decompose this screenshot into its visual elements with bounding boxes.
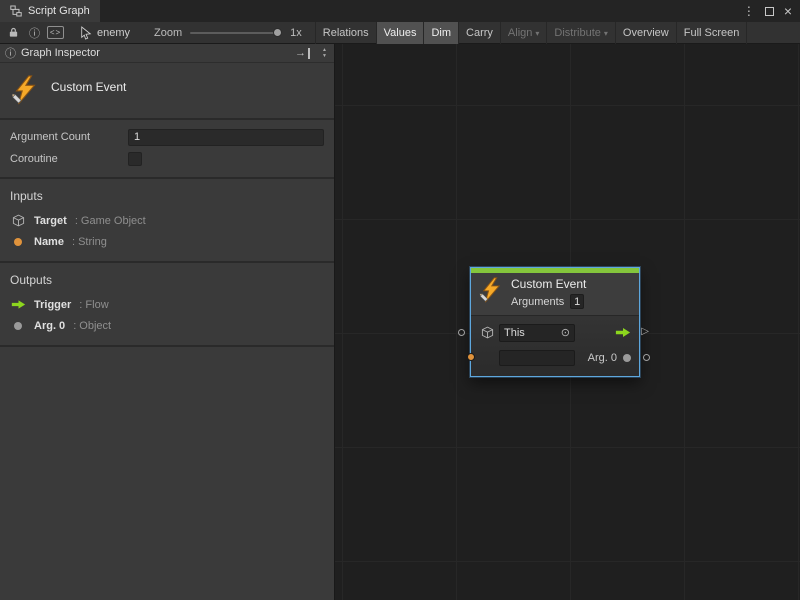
arg0-output-port[interactable]: [643, 354, 650, 361]
overview-button[interactable]: Overview: [615, 22, 676, 44]
target-dropdown[interactable]: This ⊙: [499, 324, 575, 342]
close-icon[interactable]: ×: [784, 4, 792, 18]
custom-event-icon: [478, 277, 504, 303]
inspector-header: ⓘ Graph Inspector → ▲ ▼: [0, 44, 334, 63]
inputs-title: Inputs: [0, 184, 334, 210]
coroutine-checkbox[interactable]: [128, 152, 142, 166]
coroutine-label: Coroutine: [10, 153, 128, 165]
trigger-flow-icon: [615, 327, 631, 338]
argument-count-input[interactable]: [128, 129, 324, 146]
graph-target[interactable]: enemy: [80, 26, 130, 40]
name-input-field[interactable]: [499, 350, 575, 366]
graph-toolbar: ⓘ <> enemy Zoom 1x Relations Values Dim …: [0, 22, 800, 44]
divider: [0, 345, 334, 347]
zoom-slider[interactable]: [190, 32, 282, 34]
zoom-slider-handle[interactable]: [273, 28, 282, 37]
tab-script-graph[interactable]: Script Graph: [0, 0, 100, 22]
port-name: Arg. 0: [34, 320, 65, 332]
relations-button[interactable]: Relations: [315, 22, 376, 44]
port-name: Trigger: [34, 299, 71, 311]
outputs-section: Outputs Trigger : Flow Arg. 0 : Object: [0, 263, 334, 345]
node-body: This ⊙ ▷ Arg. 0: [471, 316, 639, 376]
scroll-arrows[interactable]: ▲ ▼: [322, 48, 327, 59]
carry-button[interactable]: Carry: [458, 22, 500, 44]
align-button[interactable]: Align ▾: [500, 22, 546, 44]
event-fields: Argument Count Coroutine: [0, 120, 334, 177]
dock-icon[interactable]: →: [295, 48, 310, 59]
align-label: Align: [508, 27, 532, 39]
value-input-port[interactable]: [458, 329, 465, 336]
event-header: Custom Event: [0, 63, 334, 118]
dock-arrow-icon: →: [295, 47, 306, 59]
port-type: : Object: [73, 320, 111, 332]
object-port-icon: [10, 322, 26, 330]
zoom-control: Zoom 1x: [154, 27, 302, 39]
argument-count-row: Argument Count: [0, 126, 334, 148]
string-port-icon: [10, 238, 26, 246]
port-name: Target: [34, 215, 67, 227]
event-title: Custom Event: [51, 75, 126, 94]
port-row-name: Name : String: [0, 231, 334, 252]
port-row-arg0: Arg. 0 : Object: [0, 315, 334, 336]
custom-event-node[interactable]: Custom Event Arguments 1 This ⊙ ▷: [470, 267, 640, 377]
info-icon: ⓘ: [29, 25, 40, 41]
node-header-text: Custom Event Arguments 1: [511, 277, 586, 309]
arguments-count-field[interactable]: 1: [570, 294, 584, 309]
chevron-down-icon: ▾: [604, 29, 608, 38]
info-icon: ⓘ: [5, 45, 16, 61]
node-row-target: This ⊙ ▷: [479, 322, 631, 343]
scroll-down-icon[interactable]: ▼: [322, 54, 327, 59]
code-button[interactable]: <>: [45, 23, 66, 43]
game-object-cube-icon: [10, 214, 26, 227]
inspector-title: Graph Inspector: [21, 47, 100, 59]
graph-target-label: enemy: [97, 27, 130, 39]
flow-output-port[interactable]: ▷: [641, 326, 649, 338]
scroll-up-icon[interactable]: ▲: [322, 48, 327, 53]
game-object-cube-icon: [479, 326, 495, 339]
outputs-title: Outputs: [0, 268, 334, 294]
window-menu-icon[interactable]: ⋮: [743, 4, 755, 18]
distribute-button[interactable]: Distribute ▾: [546, 22, 614, 44]
window-titlebar: Script Graph ⋮ ×: [0, 0, 800, 22]
coroutine-row: Coroutine: [0, 148, 334, 170]
maximize-icon[interactable]: [765, 7, 774, 16]
port-type: : Game Object: [75, 215, 146, 227]
code-icon: <>: [47, 26, 64, 39]
target-dropdown-value: This: [504, 327, 525, 339]
argument-count-label: Argument Count: [10, 131, 128, 143]
values-button[interactable]: Values: [376, 22, 424, 44]
port-name: Name: [34, 236, 64, 248]
distribute-label: Distribute: [554, 27, 600, 39]
name-input-port[interactable]: [467, 353, 475, 361]
tab-title: Script Graph: [28, 5, 90, 17]
port-type: : Flow: [79, 299, 108, 311]
lock-icon: [8, 27, 19, 38]
lock-button[interactable]: [3, 23, 24, 43]
info-button[interactable]: ⓘ: [24, 23, 45, 43]
port-type: : String: [72, 236, 107, 248]
node-header[interactable]: Custom Event Arguments 1: [471, 273, 639, 316]
graph-inspector-panel: ⓘ Graph Inspector → ▲ ▼ Custom Event Arg…: [0, 44, 335, 600]
chevron-down-icon: ▾: [535, 29, 539, 38]
arguments-row: Arguments 1: [511, 294, 586, 309]
arg0-label: Arg. 0: [588, 352, 617, 364]
custom-event-icon: [10, 75, 40, 105]
zoom-value: 1x: [290, 27, 302, 39]
node-row-arg0: Arg. 0: [479, 347, 631, 368]
toolbar-buttons: Relations Values Dim Carry Align ▾ Distr…: [315, 22, 748, 44]
object-picker-icon[interactable]: ⊙: [561, 326, 570, 339]
flow-arrow-icon: [10, 299, 26, 310]
port-row-trigger: Trigger : Flow: [0, 294, 334, 315]
inputs-section: Inputs Target : Game Object Name : Strin…: [0, 179, 334, 261]
port-row-target: Target : Game Object: [0, 210, 334, 231]
window-controls: ⋮ ×: [743, 0, 800, 22]
arguments-label: Arguments: [511, 296, 564, 308]
arg0-output-icon: [623, 354, 631, 362]
fullscreen-button[interactable]: Full Screen: [676, 22, 748, 44]
dim-button[interactable]: Dim: [423, 22, 458, 44]
script-graph-icon: [10, 5, 22, 17]
zoom-label: Zoom: [154, 27, 182, 39]
node-title: Custom Event: [511, 277, 586, 292]
pointer-icon: [80, 26, 92, 40]
